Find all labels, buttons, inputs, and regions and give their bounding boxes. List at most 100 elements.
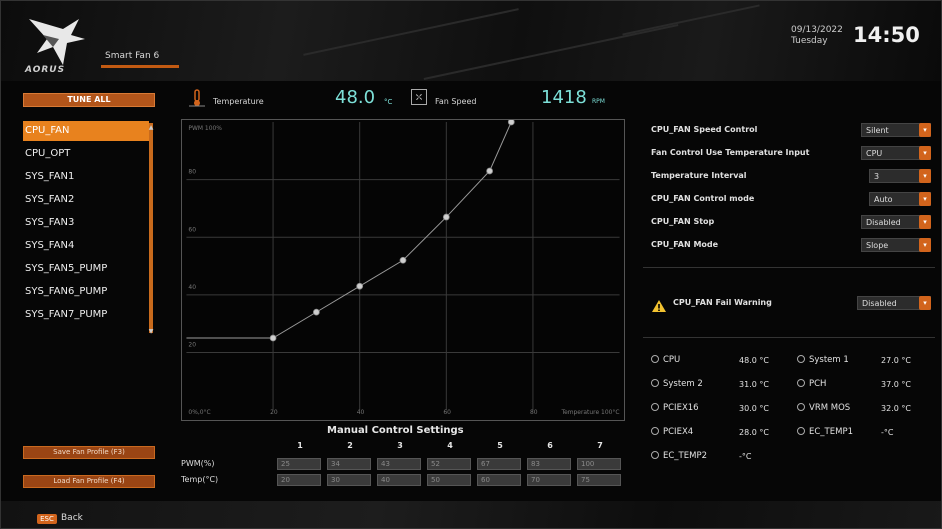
panel-divider <box>643 337 935 338</box>
fan-curve-chart[interactable]: 20 40 60 80 20 40 60 80 PWM 100% Temperature 100°… <box>181 119 625 421</box>
temp-sensor-name: System 2 <box>663 379 703 389</box>
sensor-icon <box>651 355 659 363</box>
scroll-down-icon[interactable]: ▼ <box>147 329 155 335</box>
fan-list-item[interactable]: CPU_OPT <box>23 144 149 164</box>
setting-label: Temperature Interval <box>651 171 747 180</box>
temp-cell-input[interactable]: 30 <box>327 474 371 486</box>
setting-label: Fan Control Use Temperature Input <box>651 148 810 157</box>
pwm-cell-input[interactable]: 67 <box>477 458 521 470</box>
fan-list-item[interactable]: SYS_FAN1 <box>23 167 149 187</box>
fan-list-item[interactable]: SYS_FAN7_PUMP <box>23 305 149 325</box>
temp-cell-input[interactable]: 50 <box>427 474 471 486</box>
x-axis-label: Temperature 100°C <box>560 409 619 416</box>
header-decoration <box>303 8 519 56</box>
setting-select[interactable]: Disabled ▾ <box>861 215 931 229</box>
column-number: 4 <box>447 441 453 450</box>
curve-point-handle[interactable] <box>486 167 494 175</box>
fan-list-item[interactable]: CPU_FAN <box>23 121 149 141</box>
y-tick-label: 40 <box>188 284 196 291</box>
fail-warning-select[interactable]: Disabled ▾ <box>857 296 931 310</box>
thermometer-icon <box>189 89 205 107</box>
temp-cell-input[interactable]: 60 <box>477 474 521 486</box>
temp-sensor-name: VRM MOS <box>809 403 851 413</box>
temp-cell-input[interactable]: 20 <box>277 474 321 486</box>
setting-select[interactable]: 3 ▾ <box>869 169 931 183</box>
panel-divider <box>643 267 935 268</box>
chevron-down-icon: ▾ <box>919 296 931 310</box>
temp-cell-input[interactable]: 40 <box>377 474 421 486</box>
setting-label: CPU_FAN Mode <box>651 240 719 249</box>
pwm-cell-input[interactable]: 52 <box>427 458 471 470</box>
setting-select[interactable]: CPU ▾ <box>861 146 931 160</box>
curve-point-handle[interactable] <box>442 213 450 221</box>
temp-sensor-name: PCIEX4 <box>663 427 694 437</box>
load-fan-profile-button[interactable]: Load Fan Profile (F4) <box>23 475 155 488</box>
chevron-down-icon: ▾ <box>919 238 931 252</box>
temp-sensor-value: 31.0 °C <box>739 380 769 389</box>
pwm-cell-input[interactable]: 34 <box>327 458 371 470</box>
temp-sensor-label: System 2 <box>651 379 703 389</box>
sensor-icon <box>651 427 659 435</box>
x-tick-label: 40 <box>357 409 365 416</box>
temp-sensor-label: EC_TEMP1 <box>797 427 853 437</box>
pwm-cell-input[interactable]: 43 <box>377 458 421 470</box>
esc-key-badge[interactable]: ESC <box>37 514 57 524</box>
temp-sensor-label: CPU <box>651 355 680 365</box>
tune-all-button[interactable]: TUNE ALL <box>23 93 155 107</box>
chevron-down-icon: ▾ <box>919 192 931 206</box>
column-number: 5 <box>497 441 503 450</box>
setting-label: CPU_FAN Control mode <box>651 194 755 203</box>
fan-list-item[interactable]: SYS_FAN6_PUMP <box>23 282 149 302</box>
temp-sensor-name: EC_TEMP1 <box>809 427 853 437</box>
page-title-underline <box>101 65 179 68</box>
curve-point-handle[interactable] <box>356 282 364 290</box>
setting-value: Slope <box>866 241 889 250</box>
curve-point-handle[interactable] <box>507 119 515 126</box>
header-decoration <box>622 4 760 36</box>
back-button[interactable]: Back <box>61 513 83 523</box>
fan-list-item[interactable]: SYS_FAN5_PUMP <box>23 259 149 279</box>
curve-point-handle[interactable] <box>399 256 407 264</box>
x-tick-label: 80 <box>530 409 538 416</box>
pwm-cell-input[interactable]: 25 <box>277 458 321 470</box>
setting-select[interactable]: Silent ▾ <box>861 123 931 137</box>
temperature-value: 48.0 <box>335 87 376 108</box>
temp-sensor-value: -°C <box>881 428 894 437</box>
sensor-icon <box>797 403 805 411</box>
temp-cell-input[interactable]: 70 <box>527 474 571 486</box>
temp-sensor-value: 37.0 °C <box>881 380 911 389</box>
fan-list-item[interactable]: SYS_FAN3 <box>23 213 149 233</box>
fan-list-item[interactable]: SYS_FAN4 <box>23 236 149 256</box>
fan-list-scrollbar[interactable] <box>149 123 153 333</box>
temp-sensor-label: VRM MOS <box>797 403 850 413</box>
setting-value: 3 <box>874 172 880 181</box>
fan-icon <box>411 89 427 105</box>
pwm-cell-input[interactable]: 83 <box>527 458 571 470</box>
clock: 14:50 <box>853 23 920 47</box>
setting-select[interactable]: Slope ▾ <box>861 238 931 252</box>
fan-list-item[interactable]: SYS_FAN2 <box>23 190 149 210</box>
chevron-down-icon: ▾ <box>919 123 931 137</box>
date-text: 09/13/2022 <box>791 25 843 35</box>
setting-value: Auto <box>874 195 893 204</box>
temp-cell-input[interactable]: 75 <box>577 474 621 486</box>
pwm-cell-input[interactable]: 100 <box>577 458 621 470</box>
temp-sensor-name: CPU <box>663 355 681 365</box>
save-fan-profile-button[interactable]: Save Fan Profile (F3) <box>23 446 155 459</box>
page-title[interactable]: Smart Fan 6 <box>105 51 159 61</box>
setting-label: CPU_FAN Speed Control <box>651 125 758 134</box>
fan-speed-unit: RPM <box>592 98 605 105</box>
curve-point-handle[interactable] <box>313 308 320 316</box>
footer-bar <box>1 501 941 528</box>
x-tick-label: 60 <box>443 409 451 416</box>
temp-row-label: Temp(°C) <box>181 475 219 484</box>
curve-point-handle[interactable] <box>269 334 277 342</box>
pwm-row-label: PWM(%) <box>181 459 215 468</box>
setting-value: Disabled <box>866 218 901 227</box>
temp-sensor-value: 27.0 °C <box>881 356 911 365</box>
temp-sensor-label: System 1 <box>797 355 849 365</box>
scroll-up-icon[interactable]: ▲ <box>147 125 155 131</box>
header-decoration <box>423 23 679 81</box>
setting-select[interactable]: Auto ▾ <box>869 192 931 206</box>
y-tick-label: 80 <box>188 169 196 176</box>
